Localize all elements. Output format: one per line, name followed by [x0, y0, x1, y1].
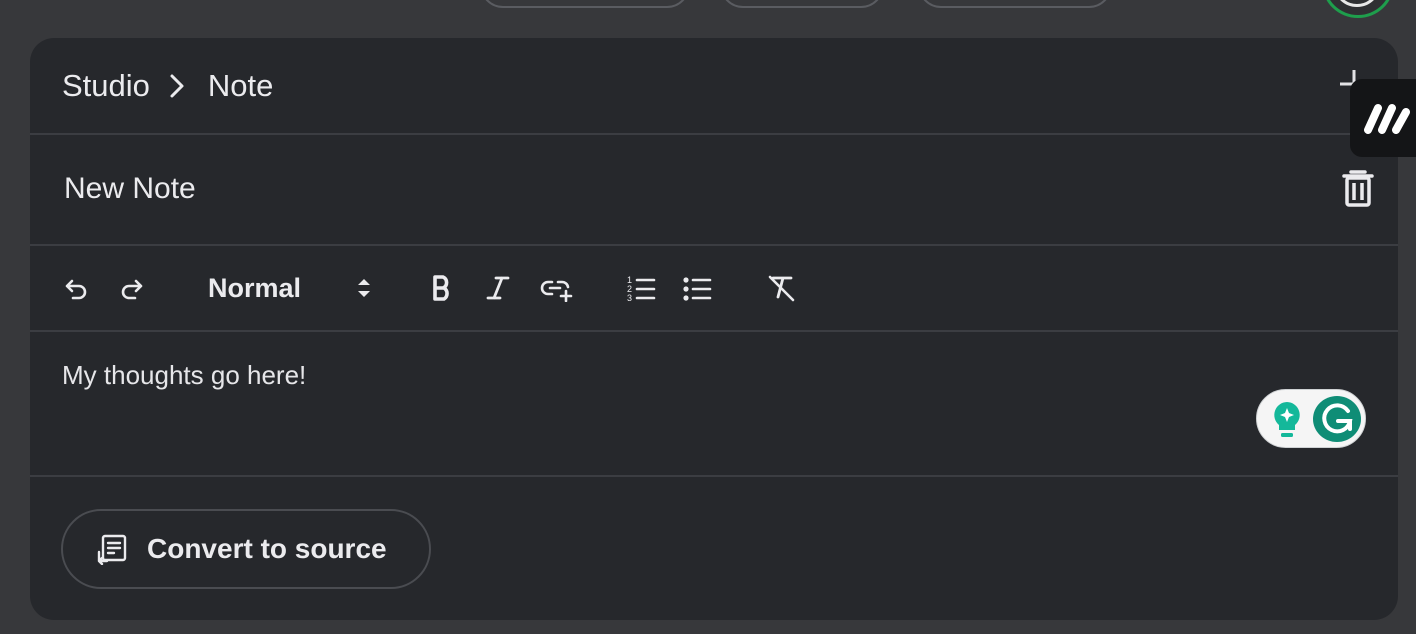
numbered-list-icon: 1 2 3: [627, 275, 656, 302]
insert-link-button[interactable]: [536, 272, 576, 304]
lightbulb-icon[interactable]: [1269, 399, 1305, 444]
extension-logo-icon: [1364, 104, 1410, 134]
clear-formatting-icon: [768, 275, 795, 302]
redo-button[interactable]: [116, 272, 148, 304]
user-avatar[interactable]: [1322, 0, 1394, 18]
redo-icon: [121, 279, 143, 300]
breadcrumb: Studio Note: [62, 68, 273, 104]
convert-to-source-icon: [97, 533, 129, 566]
divider: [30, 475, 1398, 477]
italic-icon: [486, 276, 510, 300]
bulleted-list-button[interactable]: [680, 272, 714, 304]
extension-side-tab[interactable]: [1350, 79, 1416, 157]
insert-link-icon: [540, 280, 573, 302]
bulleted-list-icon: [683, 277, 712, 301]
delete-note-button[interactable]: [1340, 168, 1376, 208]
trash-icon: [1342, 170, 1374, 207]
top-chip-2[interactable]: [720, 0, 884, 8]
divider: [30, 244, 1398, 246]
note-title[interactable]: New Note: [64, 172, 196, 206]
avatar-image: [1333, 0, 1381, 7]
grammarly-logo-icon[interactable]: [1313, 396, 1361, 442]
undo-button[interactable]: [60, 272, 92, 304]
undo-icon: [65, 279, 87, 300]
chevron-right-icon: [162, 71, 192, 101]
top-chip-1[interactable]: [480, 0, 690, 8]
grammarly-widget[interactable]: [1256, 389, 1366, 448]
note-editor[interactable]: My thoughts go here!: [62, 360, 306, 391]
numbered-list-button[interactable]: 1 2 3: [624, 272, 658, 304]
convert-to-source-label: Convert to source: [147, 533, 387, 564]
paragraph-style-select[interactable]: Normal: [200, 270, 380, 306]
style-select-value: Normal: [208, 272, 302, 303]
clear-formatting-button[interactable]: [766, 272, 798, 304]
bold-button[interactable]: [426, 272, 458, 304]
divider: [30, 133, 1398, 135]
convert-to-source-button[interactable]: Convert to source: [61, 509, 431, 589]
breadcrumb-studio[interactable]: Studio: [62, 68, 150, 104]
note-panel: Studio Note New Note Normal 1 2 3 My tho…: [30, 38, 1398, 620]
up-down-arrows-icon: [352, 274, 376, 307]
svg-text:3: 3: [627, 293, 632, 302]
top-chip-3[interactable]: [918, 0, 1112, 8]
divider: [30, 330, 1398, 332]
italic-button[interactable]: [482, 272, 514, 304]
bold-icon: [433, 275, 449, 301]
breadcrumb-note: Note: [207, 68, 274, 103]
